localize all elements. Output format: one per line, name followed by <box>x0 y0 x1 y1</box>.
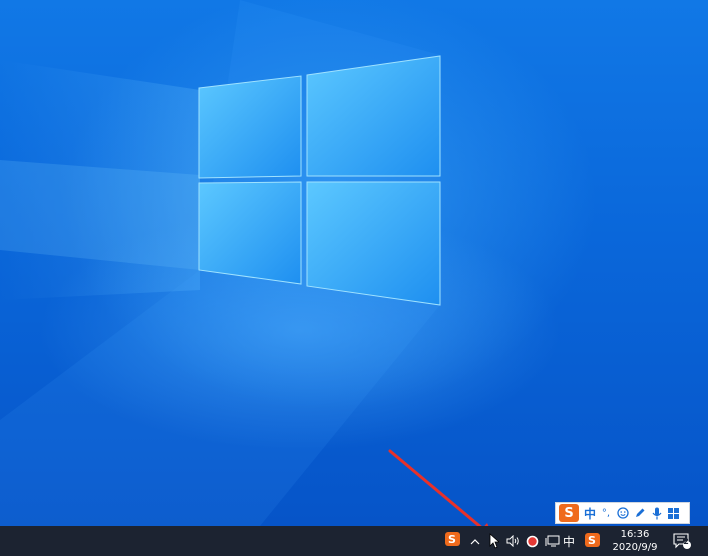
sogou-icon: S <box>444 532 460 546</box>
sogou-ime-tray-icon[interactable]: S <box>584 531 600 549</box>
volume-button[interactable] <box>505 532 521 550</box>
pen-icon <box>635 508 644 517</box>
chevron-up-icon <box>470 538 480 544</box>
taskbar: S 中 S 2 <box>0 526 708 556</box>
ime-emoji-button[interactable] <box>614 503 631 523</box>
show-hidden-icons-button[interactable] <box>468 532 482 550</box>
clock-date: 2020/9/9 <box>612 542 658 553</box>
logo-pane-top-right <box>306 55 441 177</box>
ime-pen-button[interactable] <box>631 503 648 523</box>
ime-punctuation-button[interactable]: °, <box>598 503 614 523</box>
network-button[interactable] <box>544 532 560 550</box>
ime-toolbar: S 中 °, <box>555 502 690 524</box>
ime-toolbox-button[interactable] <box>665 503 681 523</box>
ime-mic-button[interactable] <box>648 503 665 523</box>
sogou-logo-icon: S <box>559 504 579 522</box>
action-center-button[interactable]: 2 <box>672 532 692 550</box>
display-network-icon <box>545 535 559 547</box>
record-button[interactable] <box>525 532 539 550</box>
ime-logo-button[interactable]: S <box>556 503 582 523</box>
ime-language-indicator[interactable]: 中 <box>562 532 576 550</box>
sogou-small-icon: S <box>584 533 600 547</box>
toolbox-icon <box>667 507 679 519</box>
volume-icon <box>506 535 519 547</box>
logo-pane-top-left <box>198 75 302 179</box>
logo-pane-bottom-right <box>306 181 441 306</box>
ime-mode-button[interactable]: 中 <box>582 503 598 523</box>
microphone-icon <box>652 507 661 519</box>
notification-count: 2 <box>683 537 689 546</box>
smiley-icon <box>616 507 629 519</box>
red-arrow-annotation <box>388 449 489 526</box>
logo-pane-bottom-left <box>198 181 302 285</box>
clock-time: 16:36 <box>620 529 650 540</box>
mouse-cursor <box>488 532 500 550</box>
cursor-arrow-icon <box>489 533 499 549</box>
taskbar-clock[interactable]: 16:36 2020/9/9 <box>604 528 666 556</box>
sogou-tray-icon[interactable]: S <box>444 530 460 548</box>
record-icon <box>526 535 538 547</box>
windows-logo-wallpaper <box>0 0 560 526</box>
desktop-wallpaper <box>0 0 708 526</box>
